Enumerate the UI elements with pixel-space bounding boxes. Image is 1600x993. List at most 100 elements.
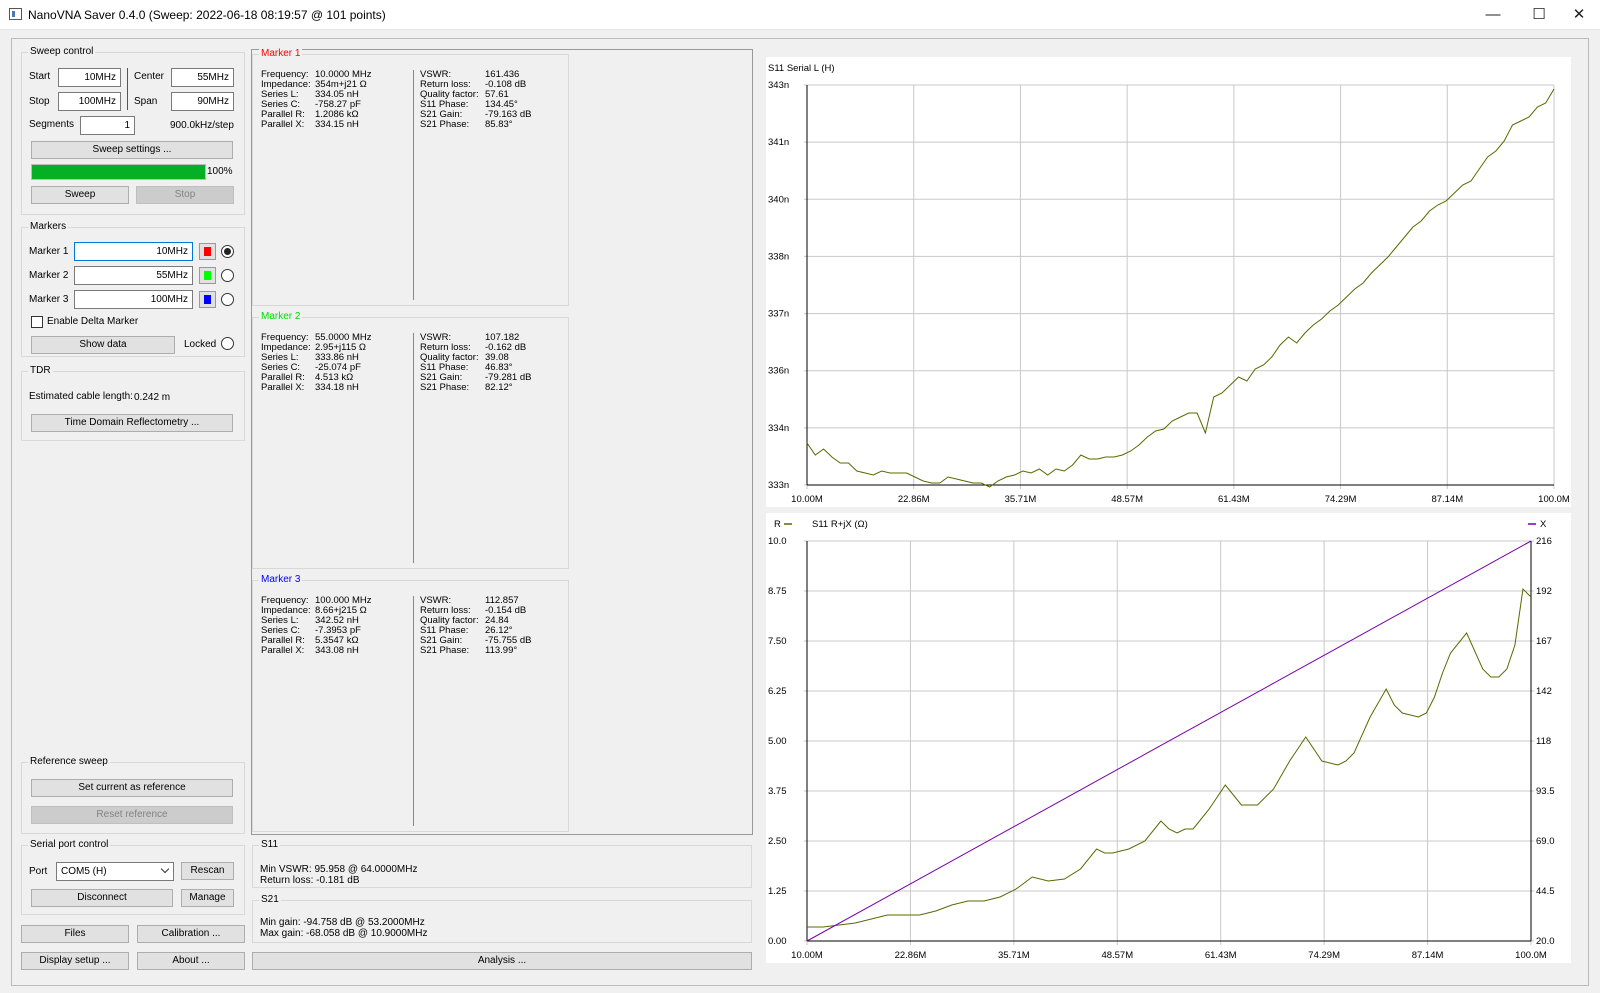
y-tick-label: 333n [768,480,789,491]
delta-marker-checkbox[interactable] [31,316,43,328]
marker-3-left-values: 100.000 MHz 8.66+j215 Ω 342.52 nH -7.3953 p… [315,595,372,656]
stop-input[interactable]: 100MHz [58,92,121,111]
y-left-tick-label: 2.50 [768,836,787,847]
span-input[interactable]: 90MHz [171,92,234,111]
manage-button[interactable]: Manage [181,889,234,907]
x-tick-label: 48.57M [1111,494,1143,505]
y-right-tick-label: 142 [1536,686,1552,697]
marker-3-left-labels: Frequency: Impedance: Series L: Series C: Pa… [261,595,311,656]
reset-reference-button[interactable]: Reset reference [31,806,233,824]
tdr-group: TDR Estimated cable length: 0.242 m Time… [21,365,245,441]
marker-3-color-button[interactable] [199,291,216,308]
rescan-button[interactable]: Rescan [181,862,234,880]
y-tick-label: 340n [768,194,789,205]
center-input[interactable]: 55MHz [171,68,234,87]
marker-2-right-labels: VSWR: Return loss: Quality factor: S11 Phas… [420,332,479,393]
step-size-label: 900.0kHz/step [170,120,234,131]
marker-1-right-values: 161.436 -0.108 dB 57.61 134.45° -79.163 dB 85… [485,69,532,130]
minimize-button[interactable]: — [1470,0,1516,30]
s21-max-gain: Max gain: -68.058 dB @ 10.9000MHz [260,928,428,939]
marker-2-input[interactable]: 55MHz [74,266,193,285]
about-button[interactable]: About ... [137,952,245,970]
cable-length-label: Estimated cable length: [29,391,133,402]
s21-min-gain: Min gain: -94.758 dB @ 53.2000MHz [260,917,425,928]
y-right-tick-label: 20.0 [1536,936,1555,947]
y-tick-label: 337n [768,309,789,320]
x-tick-label: 74.29M [1325,494,1357,505]
locked-label: Locked [184,339,217,350]
s11-min-vswr: Min VSWR: 95.958 @ 64.0000MHz [260,864,418,875]
start-label: Start [29,71,51,82]
marker-1-input[interactable]: 10MHz [74,242,193,261]
x-tick-label: 61.43M [1205,950,1237,961]
x-tick-label: 48.57M [1101,950,1133,961]
marker-3-panel: Marker 3 Frequency: Impedance: Series L: Se… [252,574,569,832]
marker-2-radio[interactable] [221,269,234,282]
marker-3-radio[interactable] [221,293,234,306]
port-value: COM5 (H) [61,866,107,877]
serial-l-chart[interactable]: S11 Serial L (H) 10.00M 22.86M 35.71M 48.57M… [766,57,1571,507]
sweep-settings-button[interactable]: Sweep settings ... [31,141,233,159]
marker-3-label: Marker 3 [29,294,69,305]
marker-3-right-values: 112.857 -0.154 dB 24.84 26.12° -75.755 dB 113… [485,595,532,656]
r-jx-chart[interactable]: R S11 R+jX (Ω) X 10.00M 22.86M 35.71M 48.57M 61… [766,513,1571,963]
calibration-button[interactable]: Calibration ... [137,925,245,943]
serial-l-series-line [806,88,1555,488]
marker-1-label: Marker 1 [29,246,69,257]
x-tick-label: 10.00M [791,950,823,961]
y-right-tick-label: 192 [1536,586,1552,597]
marker-1-radio[interactable] [221,245,234,258]
port-select[interactable]: COM5 (H) [56,862,174,881]
center-label: Center [134,71,165,82]
disconnect-button[interactable]: Disconnect [31,889,173,907]
start-input[interactable]: 10MHz [58,68,121,87]
analysis-button[interactable]: Analysis ... [252,952,752,970]
marker-2-left-labels: Frequency: Impedance: Series L: Series C: Pa… [261,332,311,393]
s21-summary-title: S21 [259,894,281,905]
delta-marker-label: Enable Delta Marker [47,316,139,327]
marker-3-input[interactable]: 100MHz [74,290,193,309]
x-tick-label: 22.86M [895,950,927,961]
markers-group: Markers Marker 1 10MHz Marker 2 55MHz Ma… [21,221,245,357]
reference-sweep-group: Reference sweep Set current as reference… [21,756,245,834]
close-button[interactable]: ✕ [1556,0,1600,30]
reference-sweep-title: Reference sweep [28,756,110,767]
y-left-tick-label: 3.75 [768,786,787,797]
y-left-tick-label: 7.50 [768,636,787,647]
y-right-tick-label: 44.5 [1536,886,1555,897]
locked-radio[interactable] [221,337,234,350]
marker-1-color-button[interactable] [199,243,216,260]
display-setup-button[interactable]: Display setup ... [21,952,129,970]
marker-3-right-labels: VSWR: Return loss: Quality factor: S11 Phas… [420,595,479,656]
x-tick-label: 35.71M [998,950,1030,961]
stop-label: Stop [29,96,50,107]
y-left-tick-label: 8.75 [768,586,787,597]
marker-1-panel-title: Marker 1 [259,48,303,59]
y-right-tick-label: 118 [1536,736,1551,747]
marker-2-panel-title: Marker 2 [259,311,303,322]
x-tick-label: 87.14M [1431,494,1463,505]
x-tick-label: 100.0M [1515,950,1547,961]
sweep-button[interactable]: Sweep [31,186,129,204]
tdr-title: TDR [28,365,53,376]
x-tick-label: 35.71M [1005,494,1037,505]
x-tick-label: 10.00M [791,494,823,505]
y-tick-label: 343n [768,80,789,91]
x-tick-label: 61.43M [1218,494,1250,505]
divider [413,70,414,300]
show-data-button[interactable]: Show data [31,336,175,354]
marker-2-color-button[interactable] [199,267,216,284]
x-tick-label: 74.29M [1308,950,1340,961]
serial-l-chart-svg: S11 Serial L (H) 10.00M 22.86M 35.71M 48.57M… [768,63,1570,505]
y-left-tick-label: 6.25 [768,686,787,697]
y-tick-label: 338n [768,251,789,262]
tdr-button[interactable]: Time Domain Reflectometry ... [31,414,233,432]
cable-length-value: 0.242 m [134,392,171,403]
files-button[interactable]: Files [21,925,129,943]
segments-input[interactable]: 1 [80,116,135,135]
divider [413,596,414,826]
set-reference-button[interactable]: Set current as reference [31,779,233,797]
stop-button[interactable]: Stop [136,186,234,204]
y-left-tick-label: 1.25 [768,886,787,897]
marker-1-left-values: 10.0000 MHz 354m+j21 Ω 334.05 nH -758.27 pF… [315,69,372,130]
